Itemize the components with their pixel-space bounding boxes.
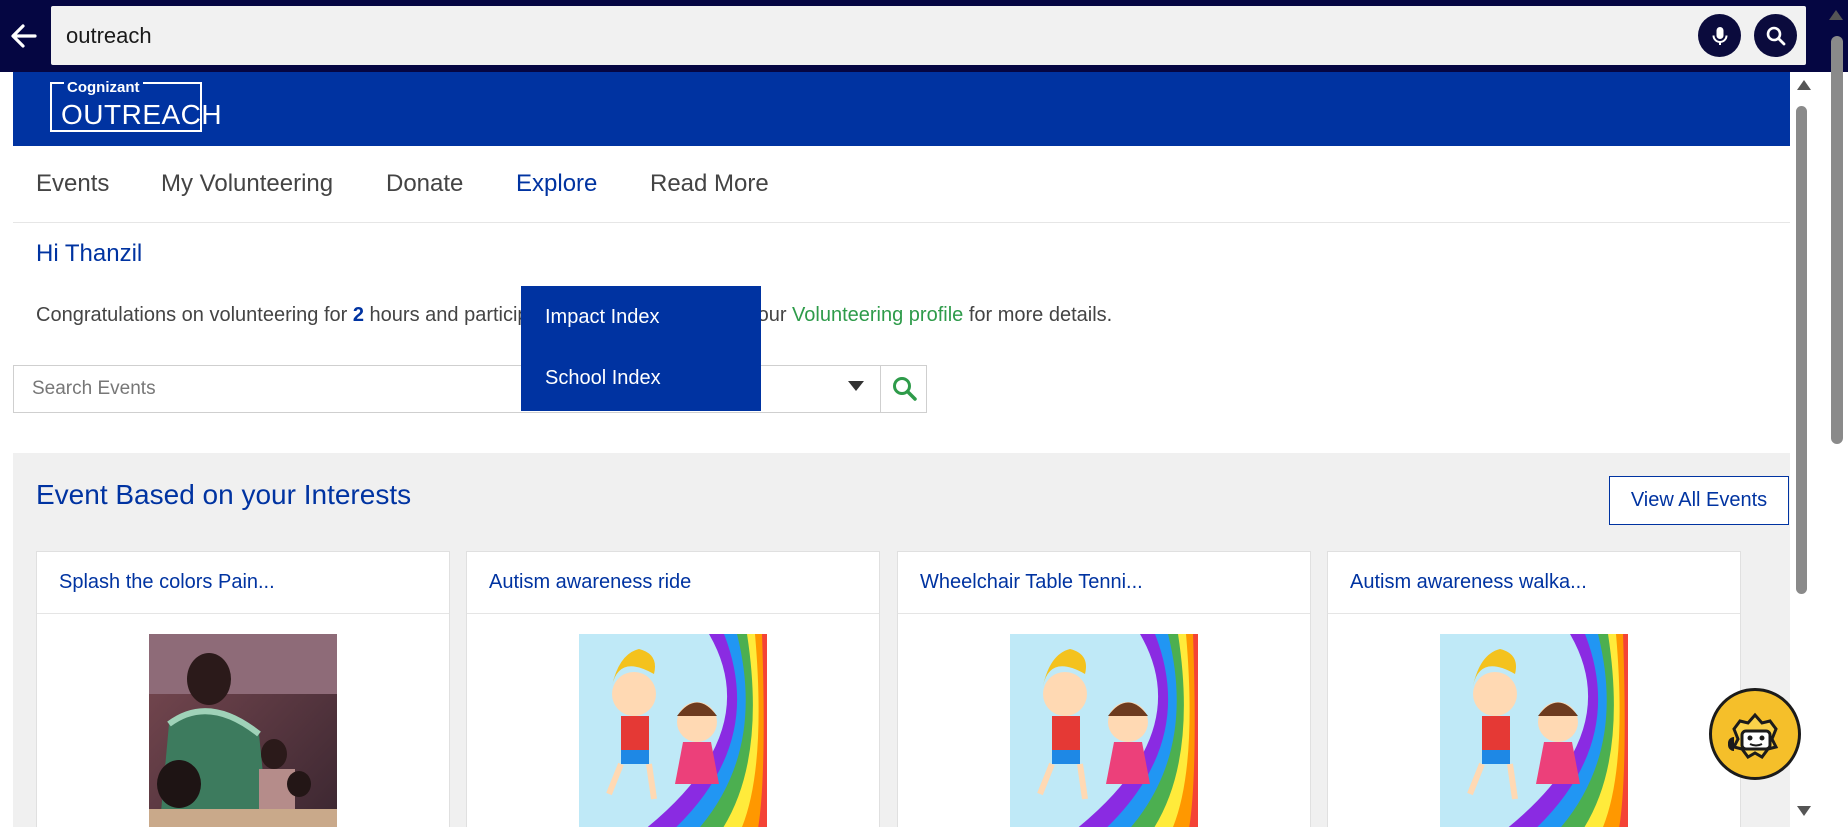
- scroll-up-arrow-icon[interactable]: [1797, 80, 1811, 90]
- summary-hours: 2: [352, 304, 364, 326]
- page-content: Cognizant OUTREACH Events My Volunteerin…: [13, 72, 1790, 827]
- event-card[interactable]: Autism awareness walka...: [1327, 551, 1741, 827]
- window-scrollbar-thumb[interactable]: [1831, 36, 1843, 444]
- greeting: Hi Thanzil: [36, 240, 143, 267]
- scrollbar-thumb[interactable]: [1796, 106, 1807, 594]
- logo-outreach-text: OUTREACH: [61, 99, 223, 130]
- voice-search-button[interactable]: [1698, 14, 1741, 57]
- events-search-button[interactable]: [880, 366, 928, 412]
- event-image-classroom: [149, 634, 337, 827]
- search-field[interactable]: outreach: [51, 6, 1806, 65]
- nav-explore[interactable]: Explore: [516, 146, 597, 222]
- outreach-logo[interactable]: Cognizant OUTREACH: [50, 79, 222, 132]
- explore-dropdown-menu: Impact Index School Index: [521, 286, 761, 411]
- card-divider: [37, 613, 449, 614]
- site-header: Cognizant OUTREACH: [13, 72, 1790, 146]
- event-card[interactable]: Splash the colors Pain...: [36, 551, 450, 827]
- search-icon: [892, 377, 917, 401]
- event-card[interactable]: Autism awareness ride: [466, 551, 880, 827]
- browser-search-bar: outreach: [0, 0, 1848, 72]
- nav-my-volunteering[interactable]: My Volunteering: [161, 146, 333, 222]
- event-card-title[interactable]: Autism awareness ride: [489, 552, 691, 613]
- nav-donate[interactable]: Donate: [386, 146, 463, 222]
- search-icon: [1766, 26, 1785, 45]
- event-image-kids-rainbow: [1440, 634, 1628, 827]
- back-button[interactable]: [0, 6, 46, 66]
- event-image-kids-rainbow: [1010, 634, 1198, 827]
- microphone-icon: [1712, 26, 1727, 45]
- card-divider: [467, 613, 879, 614]
- main-nav: Events My Volunteering Donate Explore Re…: [13, 146, 1790, 223]
- summary-prefix: Congratulations on volunteering for: [36, 304, 353, 326]
- view-all-events-button[interactable]: View All Events: [1609, 476, 1789, 525]
- dropdown-caret-icon[interactable]: [848, 381, 864, 391]
- event-image-kids-rainbow: [579, 634, 767, 827]
- nav-events[interactable]: Events: [36, 146, 109, 222]
- card-divider: [1328, 613, 1740, 614]
- chatbot-icon: [1728, 712, 1779, 759]
- nav-read-more[interactable]: Read More: [650, 146, 769, 222]
- interests-section: Event Based on your Interests View All E…: [13, 453, 1790, 827]
- section-title: Event Based on your Interests: [36, 479, 412, 510]
- search-submit-button[interactable]: [1754, 14, 1797, 57]
- event-card-title[interactable]: Autism awareness walka...: [1350, 552, 1587, 613]
- logo-company-text: Cognizant: [64, 79, 143, 96]
- menu-item-school-index[interactable]: School Index: [545, 367, 661, 390]
- window-scroll-up-arrow-icon[interactable]: [1829, 10, 1843, 20]
- back-arrow-icon: [11, 24, 37, 48]
- summary-middle: hours and pa: [364, 304, 487, 326]
- volunteering-profile-link[interactable]: Volunteering profile: [792, 304, 963, 326]
- summary-suffix: for more details.: [963, 304, 1113, 326]
- event-card-title[interactable]: Wheelchair Table Tenni...: [920, 552, 1143, 613]
- event-card-title[interactable]: Splash the colors Pain...: [59, 552, 275, 613]
- scroll-down-arrow-icon[interactable]: [1797, 806, 1811, 816]
- event-card[interactable]: Wheelchair Table Tenni...: [897, 551, 1311, 827]
- menu-item-impact-index[interactable]: Impact Index: [545, 306, 660, 329]
- chatbot-button[interactable]: [1709, 688, 1801, 780]
- card-divider: [898, 613, 1310, 614]
- search-input[interactable]: outreach: [66, 6, 152, 65]
- events-search-bar: [13, 365, 927, 413]
